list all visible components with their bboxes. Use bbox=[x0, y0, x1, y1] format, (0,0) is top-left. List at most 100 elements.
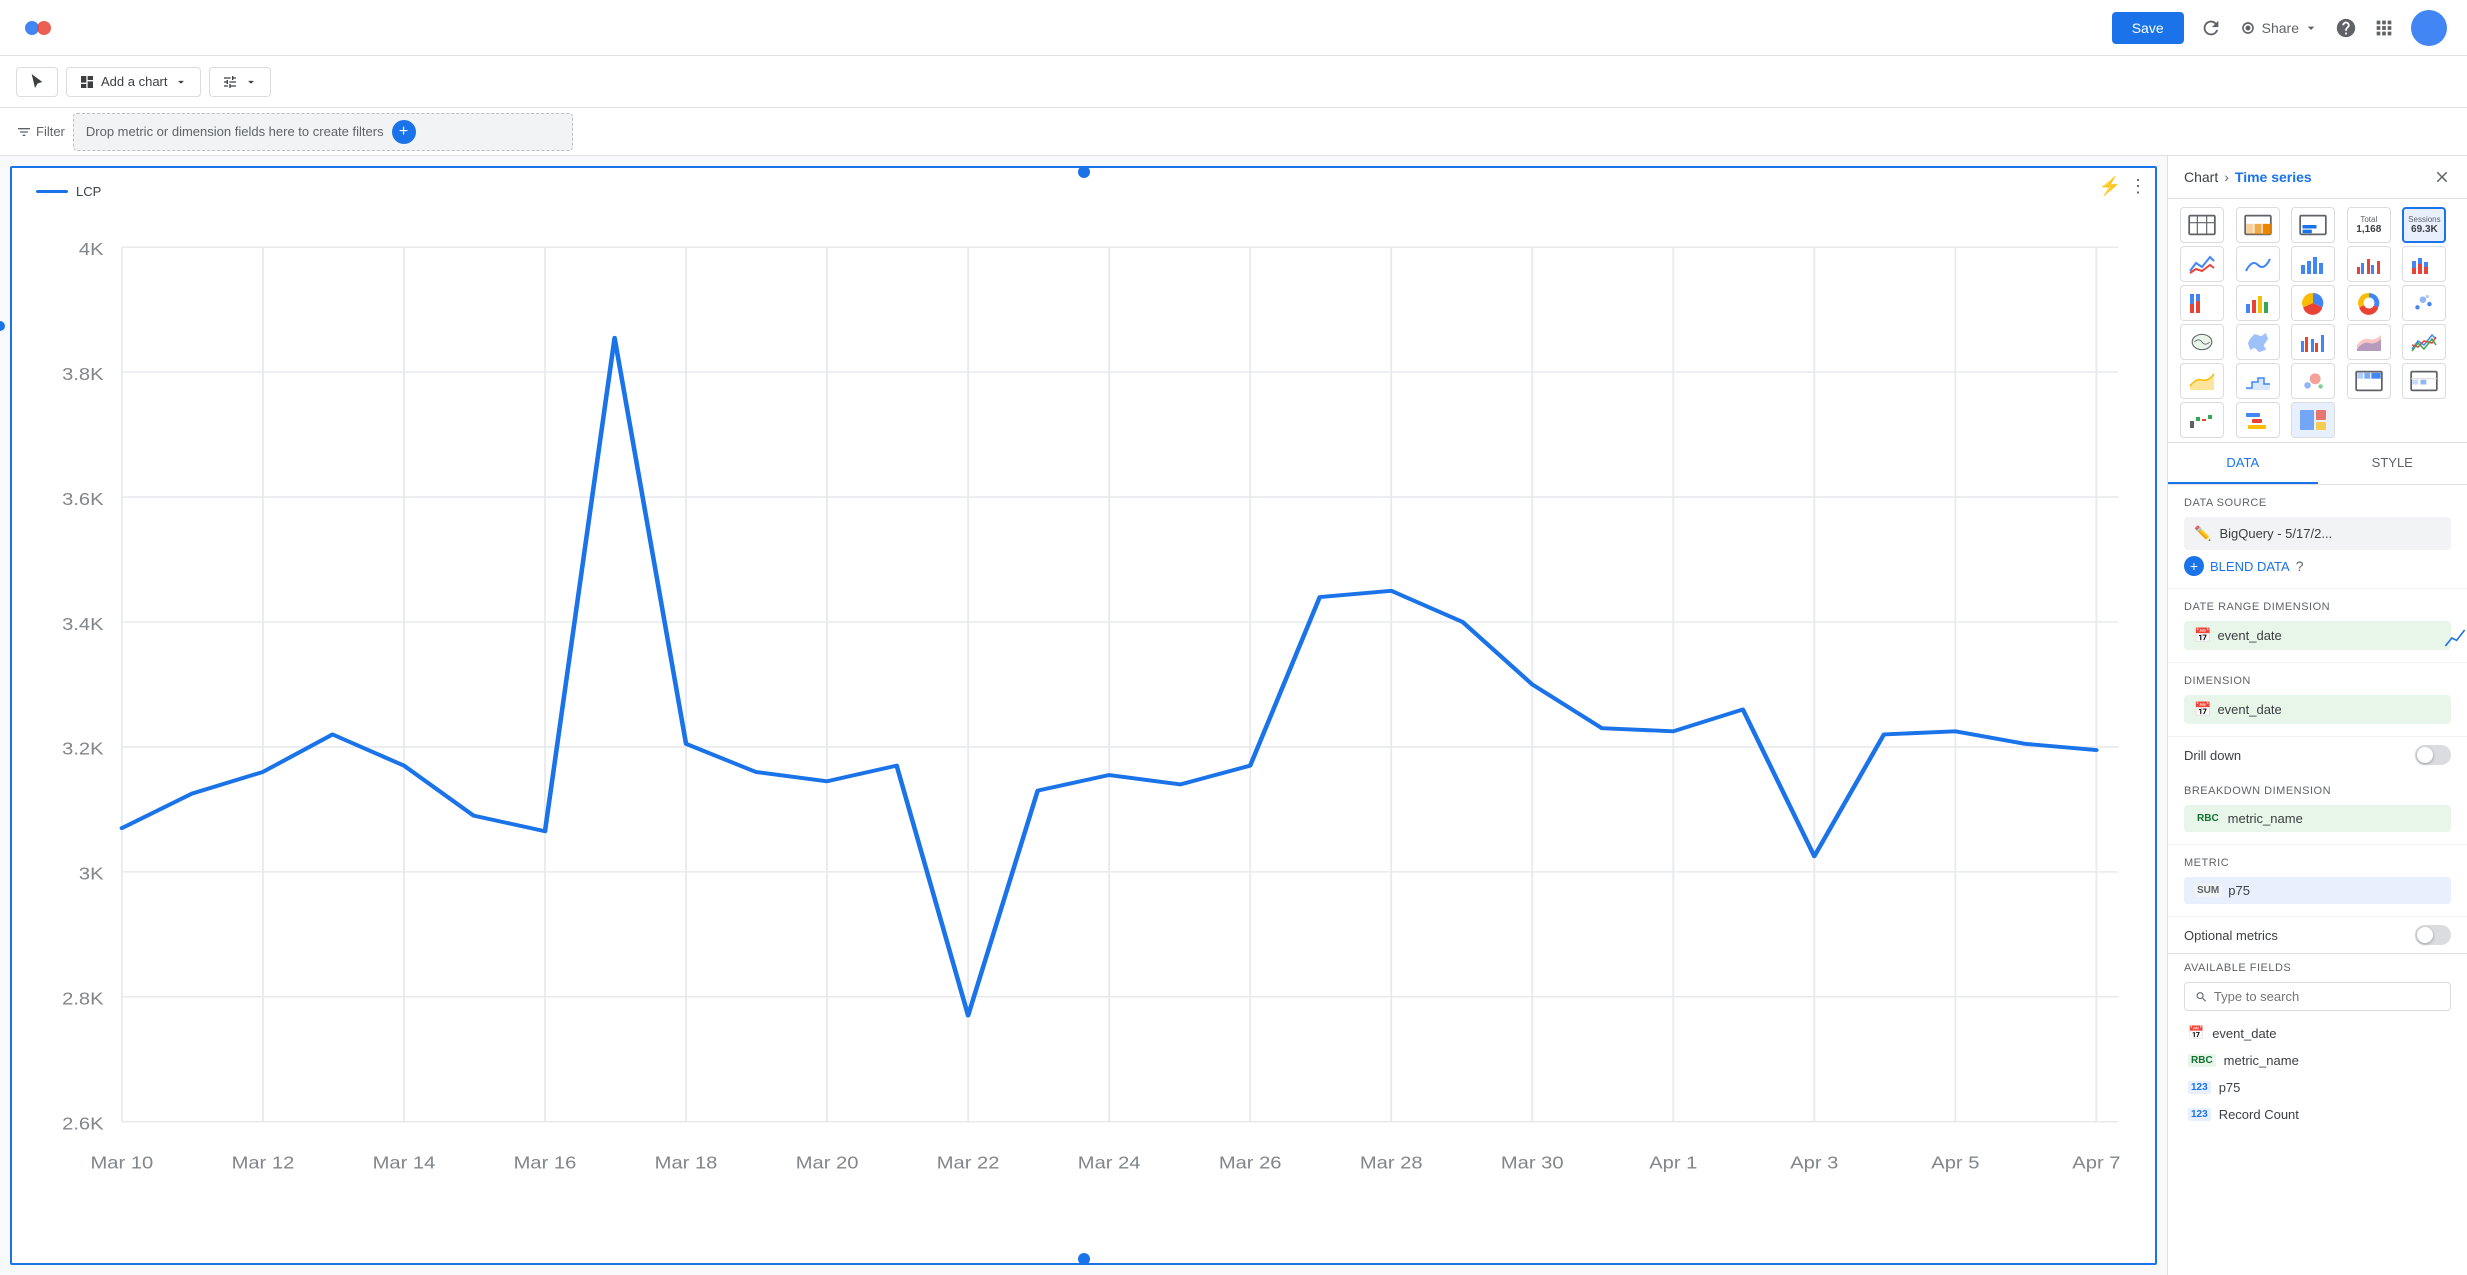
chart-type-combo-bar[interactable] bbox=[2347, 246, 2391, 282]
resize-handle-left[interactable] bbox=[0, 321, 5, 331]
chart-type-geo-map[interactable] bbox=[2180, 324, 2224, 360]
chart-type-line[interactable] bbox=[2180, 246, 2224, 282]
data-source-row[interactable]: ✏️ BigQuery - 5/17/2... bbox=[2184, 517, 2451, 550]
chart-svg: 2.6K 2.8K 3K 3.2K 3.4K 3.6K 3.8K 4K Mar … bbox=[12, 216, 2155, 1231]
svg-text:2.8K: 2.8K bbox=[62, 989, 104, 1008]
chart-type-stacked-area[interactable] bbox=[2347, 324, 2391, 360]
nav-right: Save Share bbox=[2112, 10, 2447, 46]
chart-type-table-bar[interactable] bbox=[2291, 207, 2335, 243]
panel-header: Chart › Time series bbox=[2168, 156, 2467, 199]
chart-more-button[interactable]: ⋮ bbox=[2129, 176, 2147, 197]
field-item-event-date[interactable]: 📅 event_date bbox=[2184, 1019, 2451, 1047]
chart-type-gantt[interactable] bbox=[2236, 402, 2280, 438]
svg-text:Mar 12: Mar 12 bbox=[232, 1153, 295, 1172]
chart-type-stepped-area[interactable] bbox=[2236, 363, 2280, 399]
svg-text:Mar 10: Mar 10 bbox=[91, 1153, 154, 1172]
chart-type-scorecard-total[interactable]: Total 1,168 bbox=[2347, 207, 2391, 243]
svg-text:Mar 26: Mar 26 bbox=[1219, 1153, 1282, 1172]
chart-type-multicolor-bar[interactable] bbox=[2236, 285, 2280, 321]
svg-text:3.6K: 3.6K bbox=[62, 489, 104, 508]
filter-bar: Filter Drop metric or dimension fields h… bbox=[0, 108, 2467, 156]
search-input[interactable] bbox=[2214, 989, 2440, 1004]
right-panel: Chart › Time series bbox=[2167, 156, 2467, 1275]
sum-badge: SUM bbox=[2194, 884, 2222, 897]
metric-field[interactable]: SUM p75 bbox=[2184, 877, 2451, 904]
field-item-record-count[interactable]: 123 Record Count bbox=[2184, 1101, 2451, 1128]
chart-type-waterfall[interactable] bbox=[2180, 402, 2224, 438]
chart-type-area-line[interactable] bbox=[2180, 363, 2224, 399]
refresh-button[interactable] bbox=[2200, 17, 2222, 39]
svg-text:Mar 14: Mar 14 bbox=[373, 1153, 436, 1172]
dimension-field-value: event_date bbox=[2217, 702, 2281, 717]
add-filter-button[interactable]: + bbox=[392, 120, 416, 144]
chart-type-smooth-line[interactable] bbox=[2236, 246, 2280, 282]
field-item-metric-name[interactable]: RBC metric_name bbox=[2184, 1047, 2451, 1074]
breadcrumb-separator: › bbox=[2224, 169, 2229, 185]
filter-drop-zone[interactable]: Drop metric or dimension fields here to … bbox=[73, 113, 573, 151]
toggle-knob bbox=[2417, 747, 2433, 763]
svg-text:3.8K: 3.8K bbox=[62, 364, 104, 383]
chart-lightning-button[interactable]: ⚡ bbox=[2099, 176, 2121, 197]
data-source-label: Data source bbox=[2184, 497, 2451, 509]
chart-type-table-pivot[interactable] bbox=[2347, 363, 2391, 399]
svg-text:Mar 30: Mar 30 bbox=[1501, 1153, 1564, 1172]
field-calendar-icon: 📅 bbox=[2188, 1025, 2204, 1041]
chart-type-stacked-bar[interactable] bbox=[2402, 246, 2446, 282]
dimension-field[interactable]: 📅 event_date bbox=[2184, 695, 2451, 724]
add-chart-label: Add a chart bbox=[101, 74, 168, 89]
chart-type-scatter[interactable] bbox=[2402, 285, 2446, 321]
metric-section: Metric SUM p75 bbox=[2168, 845, 2467, 917]
drill-down-toggle[interactable] bbox=[2415, 745, 2451, 765]
data-source-name: BigQuery - 5/17/2... bbox=[2219, 526, 2332, 541]
help-button[interactable] bbox=[2335, 17, 2357, 39]
tab-data[interactable]: DATA bbox=[2168, 443, 2318, 484]
breakdown-label: Breakdown Dimension bbox=[2184, 785, 2451, 797]
controls-button[interactable] bbox=[209, 67, 271, 97]
chart-type-table[interactable] bbox=[2180, 207, 2224, 243]
field-item-p75[interactable]: 123 p75 bbox=[2184, 1074, 2451, 1101]
user-avatar[interactable] bbox=[2411, 10, 2447, 46]
drill-down-label: Drill down bbox=[2184, 748, 2241, 763]
field-name-event-date: event_date bbox=[2212, 1026, 2276, 1041]
toolbar: Add a chart bbox=[0, 56, 2467, 108]
metric-field-value: p75 bbox=[2228, 883, 2250, 898]
share-button[interactable]: Share bbox=[2238, 18, 2319, 38]
svg-text:Apr 5: Apr 5 bbox=[1931, 1153, 1979, 1172]
field-name-metric-name: metric_name bbox=[2224, 1053, 2299, 1068]
chart-type-donut[interactable] bbox=[2347, 285, 2391, 321]
metric-label: Metric bbox=[2184, 857, 2451, 869]
selection-handle-top[interactable] bbox=[1078, 166, 1090, 178]
chart-type-multi-line[interactable] bbox=[2402, 324, 2446, 360]
breakdown-field[interactable]: RBC metric_name bbox=[2184, 805, 2451, 832]
svg-text:2.6K: 2.6K bbox=[62, 1114, 104, 1133]
add-chart-button[interactable]: Add a chart bbox=[66, 67, 201, 97]
pencil-icon: ✏️ bbox=[2194, 525, 2211, 542]
svg-text:Apr 7: Apr 7 bbox=[2072, 1153, 2120, 1172]
calendar-icon: 📅 bbox=[2194, 627, 2211, 644]
panel-tabs: DATA STYLE bbox=[2168, 443, 2467, 485]
svg-text:Mar 20: Mar 20 bbox=[796, 1153, 859, 1172]
chart-type-grouped-bar[interactable] bbox=[2291, 324, 2335, 360]
chart-type-bubble[interactable] bbox=[2291, 363, 2335, 399]
apps-button[interactable] bbox=[2373, 17, 2395, 39]
blend-data-row[interactable]: + BLEND DATA ? bbox=[2184, 556, 2451, 576]
info-icon[interactable]: ? bbox=[2296, 558, 2304, 574]
chart-type-100-stacked[interactable] bbox=[2180, 285, 2224, 321]
panel-title: Chart › Time series bbox=[2184, 169, 2312, 185]
chart-type-treemap[interactable] bbox=[2291, 402, 2335, 438]
chart-type-filled-map[interactable] bbox=[2236, 324, 2280, 360]
chart-type-table-cross[interactable] bbox=[2402, 363, 2446, 399]
chart-type-pie[interactable] bbox=[2291, 285, 2335, 321]
filter-drop-zone-text: Drop metric or dimension fields here to … bbox=[86, 124, 384, 139]
save-button[interactable]: Save bbox=[2112, 12, 2184, 44]
legend-label: LCP bbox=[76, 184, 101, 199]
optional-metrics-toggle[interactable] bbox=[2415, 925, 2451, 945]
nav-left bbox=[20, 10, 56, 46]
chart-type-scorecard-sessions[interactable]: Sessions 69.3K bbox=[2402, 207, 2446, 243]
chart-type-table-heatmap[interactable] bbox=[2236, 207, 2280, 243]
date-range-field[interactable]: 📅 event_date bbox=[2184, 621, 2451, 650]
selection-handle-bottom[interactable] bbox=[1078, 1253, 1090, 1265]
cursor-tool[interactable] bbox=[16, 67, 58, 97]
chart-type-bar[interactable] bbox=[2291, 246, 2335, 282]
field-search[interactable] bbox=[2184, 982, 2451, 1011]
